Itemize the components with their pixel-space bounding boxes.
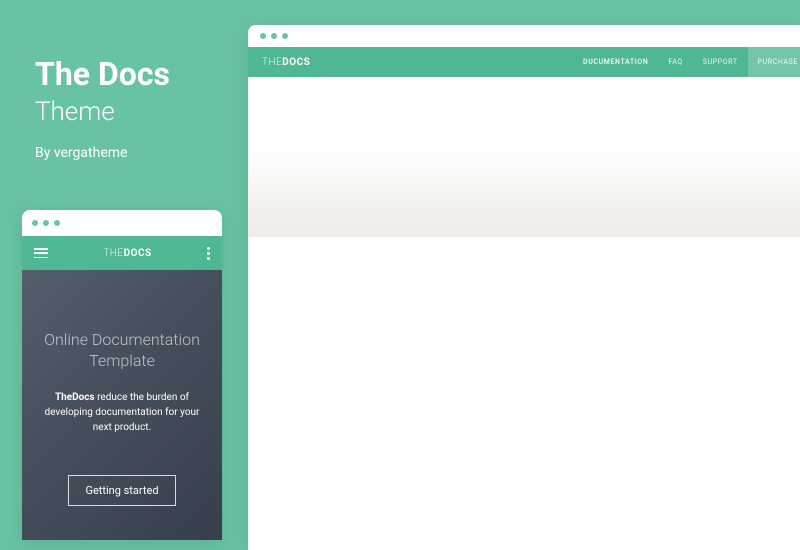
mobile-window-chrome — [22, 210, 222, 236]
nav-item-faq[interactable]: FAQ — [658, 47, 692, 77]
hero-heading: Online DocumentationTemplate — [40, 330, 204, 372]
getting-started-button[interactable]: Getting started — [68, 475, 175, 506]
window-dot-icon — [43, 220, 49, 226]
theme-author: By vergatheme — [35, 145, 170, 161]
desktop-window-chrome — [248, 25, 800, 47]
nav-item-support[interactable]: SUPPORT — [693, 47, 748, 77]
nav-item-purchase[interactable]: PURCHASE — [748, 47, 800, 77]
window-dot-icon — [32, 220, 38, 226]
theme-subtitle: Theme — [35, 97, 170, 127]
desktop-hero: Online Documentation Template TheDocs re… — [248, 77, 800, 550]
nav-menu: DUCUMENTATION FAQ SUPPORT PURCHASE — [573, 47, 800, 77]
logo[interactable]: THEDOCS — [103, 248, 151, 259]
theme-name: The Docs — [35, 55, 170, 93]
window-dot-icon — [54, 220, 60, 226]
theme-header: The Docs Theme By vergatheme — [35, 55, 170, 161]
hero-tagline: TheDocs reduce the burden of developing … — [40, 390, 204, 435]
mobile-hero: Online DocumentationTemplate TheDocs red… — [22, 270, 222, 540]
window-dot-icon — [282, 33, 288, 39]
menu-icon[interactable] — [34, 248, 48, 258]
hero-heading: Online Documentation Template — [248, 237, 800, 270]
more-icon[interactable] — [207, 247, 210, 260]
window-dot-icon — [260, 33, 266, 39]
desktop-navbar: THEDOCS DUCUMENTATION FAQ SUPPORT PURCHA… — [248, 47, 800, 77]
hero-tagline: TheDocs reduce the burden of developing … — [248, 298, 800, 309]
window-dot-icon — [271, 33, 277, 39]
mobile-navbar: THEDOCS — [22, 236, 222, 270]
mobile-preview: THEDOCS Online DocumentationTemplate The… — [22, 210, 222, 540]
getting-started-button[interactable]: Getting started — [476, 355, 580, 386]
desktop-preview: THEDOCS DUCUMENTATION FAQ SUPPORT PURCHA… — [248, 25, 800, 550]
logo[interactable]: THEDOCS — [262, 57, 310, 68]
nav-item-documentation[interactable]: DUCUMENTATION — [573, 47, 658, 77]
